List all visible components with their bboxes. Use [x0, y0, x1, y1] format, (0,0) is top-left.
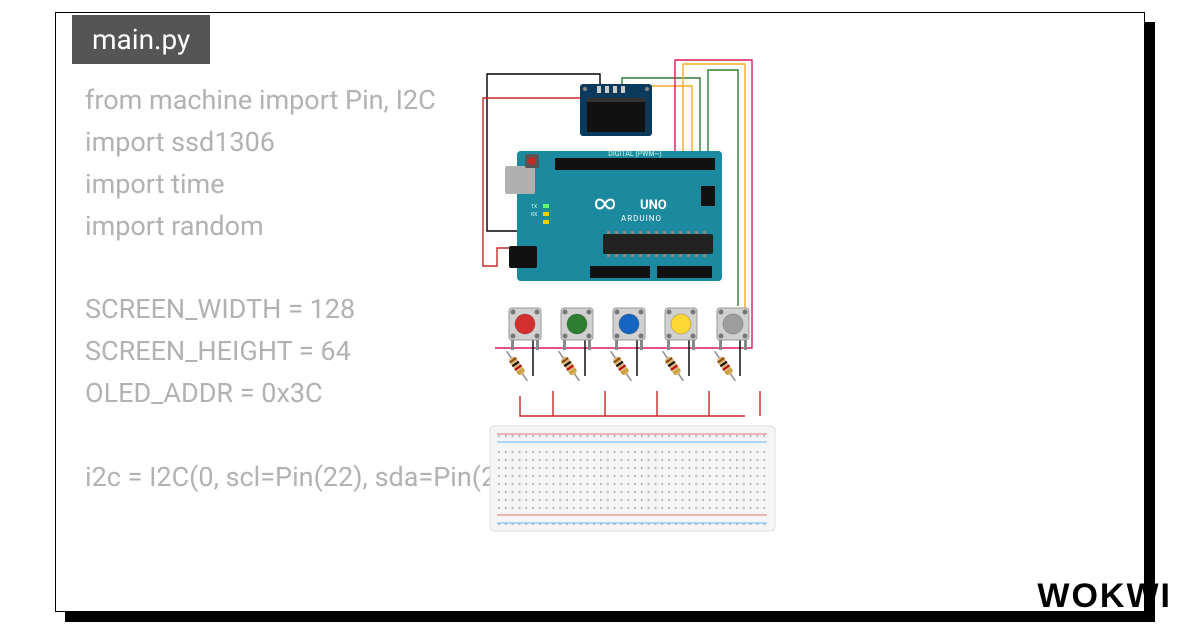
circuit-diagram: DIGITAL (PWM~) UNO ARDUINO TX: [425, 56, 805, 536]
breadboard: [490, 426, 775, 531]
green-button[interactable]: [561, 308, 593, 350]
arduino-uno: DIGITAL (PWM~) UNO ARDUINO TX: [505, 150, 722, 281]
blue-button[interactable]: [613, 308, 645, 350]
resistor: [607, 349, 634, 383]
red-button[interactable]: [509, 308, 541, 350]
resistors: [503, 349, 738, 383]
grey-button[interactable]: [717, 308, 749, 350]
yellow-button[interactable]: [665, 308, 697, 350]
filename-label: main.py: [92, 23, 190, 56]
digital-label: DIGITAL (PWM~): [608, 150, 661, 158]
arduino-model: UNO: [640, 198, 667, 213]
oled-display: [580, 84, 652, 136]
filename-tab: main.py: [72, 15, 210, 64]
arduino-brand: ARDUINO: [621, 214, 662, 223]
wokwi-logo: WOKWI: [1037, 577, 1172, 616]
resistor: [659, 349, 686, 383]
resistor: [555, 349, 582, 383]
svg-text:RX: RX: [531, 212, 537, 218]
buttons-row: [509, 308, 749, 350]
svg-text:TX: TX: [531, 204, 537, 210]
resistor: [711, 349, 738, 383]
resistor: [503, 349, 530, 383]
